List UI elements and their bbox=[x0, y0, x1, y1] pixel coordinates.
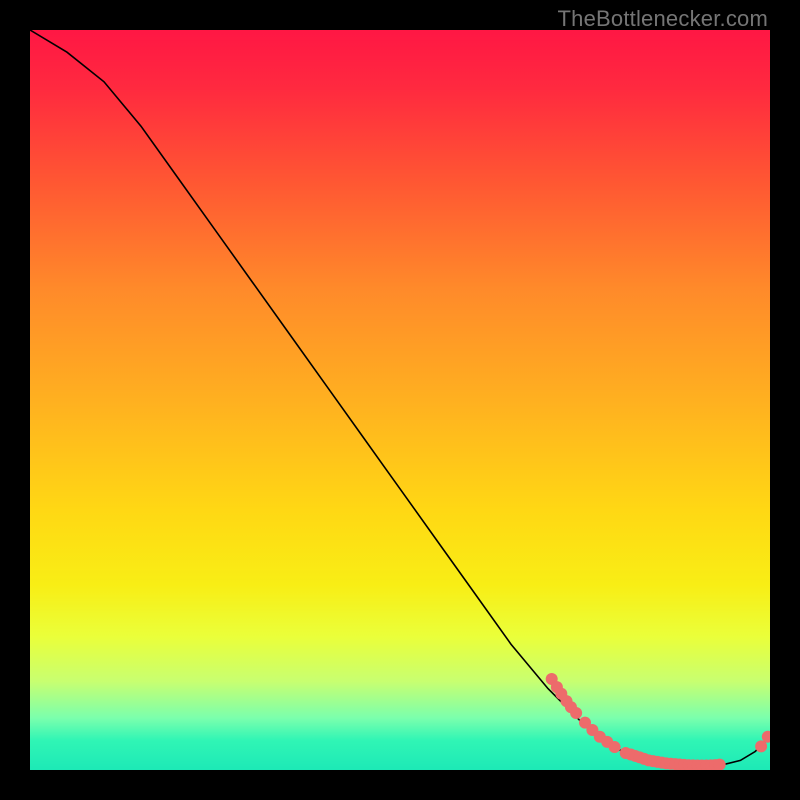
watermark-text: TheBottlenecker.com bbox=[558, 6, 768, 32]
plot-background bbox=[30, 30, 770, 770]
chart-container: TheBottlenecker.com bbox=[0, 0, 800, 800]
